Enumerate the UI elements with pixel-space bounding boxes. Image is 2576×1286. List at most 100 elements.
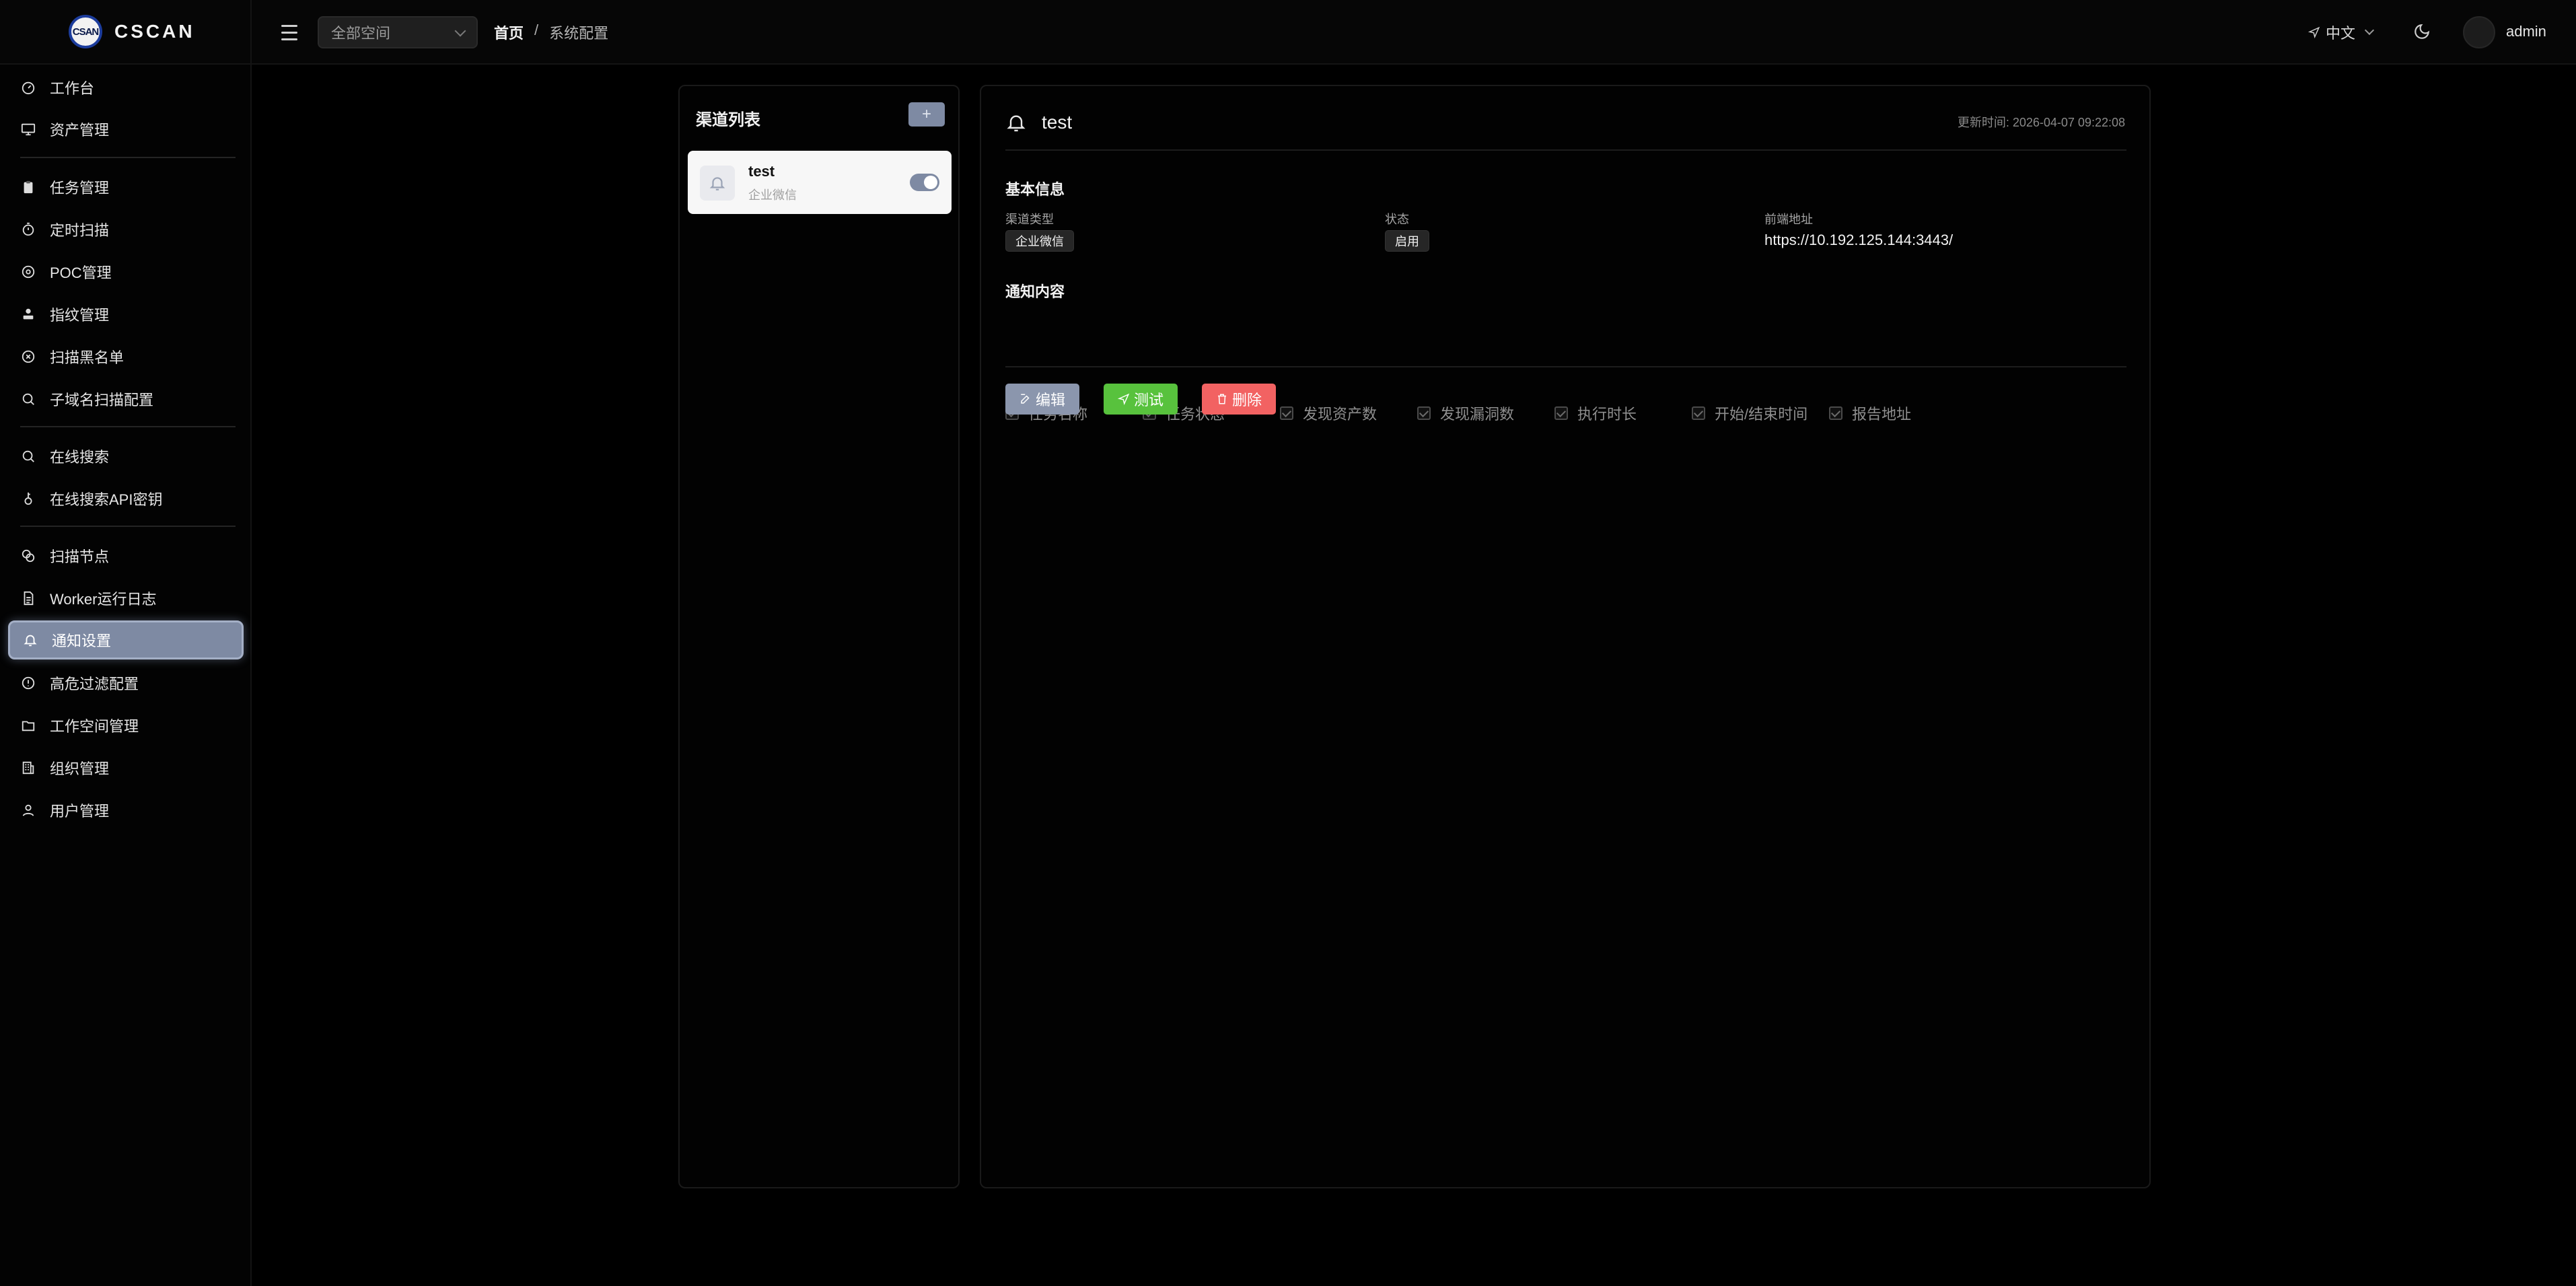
search-icon — [20, 448, 36, 464]
notify-checkbox-duration[interactable]: 执行时长 — [1554, 402, 1637, 424]
sidebar-item-label: 用户管理 — [50, 803, 110, 820]
frontend-url-label: 前端地址 — [1764, 213, 1813, 226]
folder-icon — [20, 717, 36, 734]
logo[interactable]: CSAN CSCAN — [0, 0, 252, 64]
sidebar-divider — [20, 526, 236, 527]
sidebar-item-organization[interactable]: 组织管理 — [8, 748, 244, 787]
divider — [1005, 149, 2126, 151]
sidebar-item-workspace-management[interactable]: 工作空间管理 — [8, 706, 244, 745]
breadcrumb-separator: / — [534, 22, 539, 38]
checkbox-label: 发现资产数 — [1303, 406, 1378, 423]
brand-name: CSCAN — [114, 21, 195, 42]
delete-button[interactable]: 删除 — [1202, 384, 1276, 415]
breadcrumb: 首页 / 系统配置 — [494, 22, 608, 43]
sidebar-divider — [20, 426, 236, 427]
bell-icon — [1007, 115, 1026, 132]
basic-info-title: 基本信息 — [1005, 181, 1065, 198]
sidebar-item-assets[interactable]: 资产管理 — [8, 110, 244, 149]
channel-card[interactable]: test 企业微信 — [688, 151, 952, 214]
checkbox-label: 发现漏洞数 — [1440, 406, 1515, 423]
target-icon — [20, 264, 36, 280]
trash-icon — [1217, 394, 1226, 404]
sidebar-item-label: 扫描黑名单 — [50, 349, 124, 366]
edit-button-label: 编辑 — [1035, 392, 1065, 408]
channel-detail-panel: test 更新时间: 2026-04-07 09:22:08 基本信息 渠道类型… — [980, 85, 2151, 1188]
send-icon — [1117, 393, 1130, 405]
channel-type-tag: 企业微信 — [1005, 230, 1074, 252]
sidebar-item-poc[interactable]: POC管理 — [8, 252, 244, 291]
test-button[interactable]: 测试 — [1104, 384, 1178, 415]
monitor-icon — [20, 121, 36, 137]
notify-checkbox-asset-count[interactable]: 发现资产数 — [1280, 402, 1377, 424]
sidebar-item-tasks[interactable]: 任务管理 — [8, 168, 244, 207]
username[interactable]: admin — [2506, 23, 2546, 40]
notify-checkbox-vuln-count[interactable]: 发现漏洞数 — [1417, 402, 1514, 424]
detail-title: test — [1042, 112, 1073, 133]
test-button-label: 测试 — [1133, 392, 1164, 408]
sidebar-item-label: 工作空间管理 — [50, 718, 139, 735]
alert-circle-icon — [20, 675, 36, 691]
circle-x-icon — [20, 349, 36, 365]
sidebar-item-label: 工作台 — [50, 80, 95, 97]
channel-enable-toggle[interactable] — [910, 174, 939, 191]
breadcrumb-home[interactable]: 首页 — [494, 22, 524, 43]
sidebar-item-dashboard[interactable]: 工作台 — [8, 68, 244, 107]
chevron-down-icon — [2364, 25, 2375, 36]
sidebar-item-users[interactable]: 用户管理 — [8, 791, 244, 830]
sidebar-item-worker-logs[interactable]: Worker运行日志 — [8, 579, 244, 618]
sidebar-item-label: 子域名扫描配置 — [50, 392, 154, 408]
language-icon — [2308, 26, 2320, 38]
checkbox-icon — [1554, 406, 1568, 420]
channel-name: test — [748, 163, 775, 180]
menu-toggle-icon[interactable] — [276, 19, 303, 46]
bell-icon — [700, 166, 735, 201]
sidebar-item-online-search[interactable]: 在线搜索 — [8, 437, 244, 476]
sidebar-item-fingerprint[interactable]: 指纹管理 — [8, 295, 244, 334]
sidebar-item-notification-settings[interactable]: 通知设置 — [8, 620, 244, 659]
sidebar-divider — [20, 157, 236, 158]
search-icon — [20, 391, 36, 407]
checkbox-label: 开始/结束时间 — [1715, 406, 1808, 423]
status-badge: 启用 — [1385, 230, 1429, 252]
timer-icon — [20, 221, 36, 238]
notify-checkbox-report-url[interactable]: 报告地址 — [1829, 402, 1911, 424]
language-switcher[interactable]: 中文 — [2308, 22, 2375, 43]
sidebar-item-label: 组织管理 — [50, 760, 110, 777]
channel-type-label: 渠道类型 — [1005, 213, 1054, 226]
sidebar-item-high-risk-filter[interactable]: 高危过滤配置 — [8, 664, 244, 703]
add-channel-button[interactable]: + — [908, 102, 945, 127]
edit-icon — [1021, 394, 1030, 404]
avatar[interactable] — [2463, 16, 2495, 48]
notify-checkbox-start-end-time[interactable]: 开始/结束时间 — [1692, 402, 1808, 424]
workspace-select[interactable]: 全部空间 — [318, 16, 478, 48]
stamp-icon — [20, 306, 36, 322]
sidebar-item-label: 定时扫描 — [50, 222, 110, 239]
building-icon — [20, 760, 36, 776]
delete-button-label: 删除 — [1231, 392, 1262, 408]
sidebar-item-label: 指纹管理 — [50, 307, 110, 324]
clipboard-icon — [20, 179, 36, 195]
moon-icon[interactable] — [2413, 23, 2431, 40]
bell-icon — [22, 632, 38, 648]
sidebar-item-label: Worker运行日志 — [50, 591, 157, 608]
notify-content-title: 通知内容 — [1005, 283, 1065, 300]
sidebar-item-api-keys[interactable]: 在线搜索API密钥 — [8, 479, 244, 518]
sidebar-item-scan-blacklist[interactable]: 扫描黑名单 — [8, 337, 244, 376]
sidebar: 工作台 资产管理 任务管理 定时扫描 POC管理 指纹管理 扫描黑名单 子域名扫… — [0, 65, 252, 1286]
channel-list-panel: 渠道列表 + test 企业微信 — [678, 85, 960, 1188]
update-time: 更新时间: 2026-04-07 09:22:08 — [1957, 116, 2125, 129]
sidebar-item-subdomain-config[interactable]: 子域名扫描配置 — [8, 380, 244, 419]
logo-badge: CSAN — [69, 15, 102, 48]
dashboard-icon — [20, 79, 36, 96]
checkbox-icon — [1829, 406, 1842, 420]
nodes-icon — [20, 548, 36, 564]
status-label: 状态 — [1385, 213, 1409, 226]
frontend-url-value: https://10.192.125.144:3443/ — [1764, 231, 1954, 248]
checkbox-icon — [1692, 406, 1705, 420]
sidebar-item-scan-nodes[interactable]: 扫描节点 — [8, 536, 244, 575]
document-icon — [20, 590, 36, 606]
edit-button[interactable]: 编辑 — [1005, 384, 1079, 415]
chevron-down-icon — [454, 25, 466, 37]
sidebar-item-scheduled-scan[interactable]: 定时扫描 — [8, 210, 244, 249]
channel-type: 企业微信 — [748, 188, 797, 202]
